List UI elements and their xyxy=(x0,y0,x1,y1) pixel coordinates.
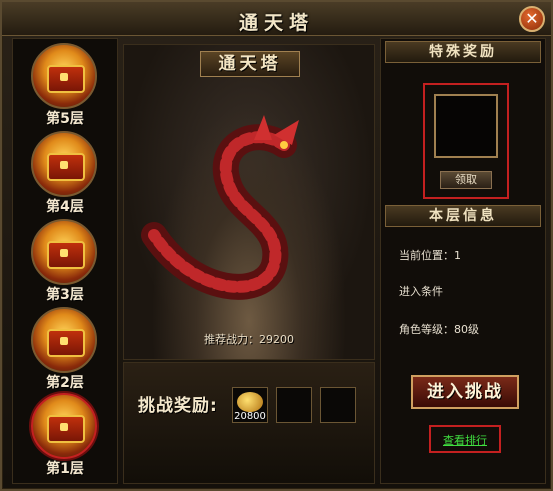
treasure-chest-icon xyxy=(31,131,97,197)
floor-item-1[interactable]: 第1层 xyxy=(17,391,113,477)
floor-info-header: 本层信息 xyxy=(385,205,541,227)
treasure-chest-icon xyxy=(31,307,97,373)
view-ranking-link[interactable]: 查看排行 xyxy=(431,432,499,448)
current-position: 当前位置：1 xyxy=(399,249,461,262)
treasure-chest-icon xyxy=(31,219,97,285)
floor-label: 第3层 xyxy=(46,287,84,303)
floor-list: 第5层 第4层 第3层 第2层 第1层 xyxy=(12,38,118,484)
info-panel: 特殊奖励 领取 本层信息 当前位置：1 进入条件 角色等级：80级 进入挑战 查… xyxy=(380,38,546,484)
special-reward-box: 领取 xyxy=(423,83,509,199)
tower-window: 通天塔 ✕ 第5层 第4层 第3层 第2层 第1层 通天塔 推荐战力：29200… xyxy=(0,0,553,491)
floor-item-2[interactable]: 第2层 xyxy=(17,305,113,391)
ranking-box: 查看排行 xyxy=(429,425,501,453)
recommended-power: 推荐战力：29200 xyxy=(204,333,294,346)
floor-label: 第2层 xyxy=(46,375,84,391)
floor-label: 第5层 xyxy=(46,111,84,127)
floor-item-5[interactable]: 第5层 xyxy=(17,41,113,127)
reward-count: 20800 xyxy=(234,411,266,422)
floor-label: 第4层 xyxy=(46,199,84,215)
special-reward-slot[interactable] xyxy=(434,94,498,158)
window-title: 通天塔 xyxy=(238,12,314,34)
scene-title: 通天塔 xyxy=(200,51,300,77)
treasure-chest-icon xyxy=(31,43,97,109)
boss-scene: 通天塔 推荐战力：29200 xyxy=(123,44,375,360)
treasure-chest-icon xyxy=(31,393,97,459)
role-level: 角色等级：80级 xyxy=(399,323,479,336)
challenge-reward-label: 挑战奖励: xyxy=(138,396,218,416)
claim-button[interactable]: 领取 xyxy=(440,171,492,189)
reward-slot-2[interactable] xyxy=(276,387,312,423)
close-button[interactable]: ✕ xyxy=(519,6,545,32)
entry-conditions: 进入条件 xyxy=(399,285,443,298)
enter-challenge-button[interactable]: 进入挑战 xyxy=(411,375,519,409)
challenge-reward-bar: 挑战奖励: 20800 xyxy=(123,362,375,484)
reward-slot-1[interactable]: 20800 xyxy=(232,387,268,423)
reward-slot-3[interactable] xyxy=(320,387,356,423)
floor-item-4[interactable]: 第4层 xyxy=(17,129,113,215)
special-reward-header: 特殊奖励 xyxy=(385,41,541,63)
floor-label: 第1层 xyxy=(46,461,84,477)
title-bar: 通天塔 ✕ xyxy=(2,2,551,36)
floor-item-3[interactable]: 第3层 xyxy=(17,217,113,303)
boss-serpent-icon xyxy=(141,115,299,300)
close-icon: ✕ xyxy=(525,9,539,28)
gold-icon xyxy=(237,392,263,412)
